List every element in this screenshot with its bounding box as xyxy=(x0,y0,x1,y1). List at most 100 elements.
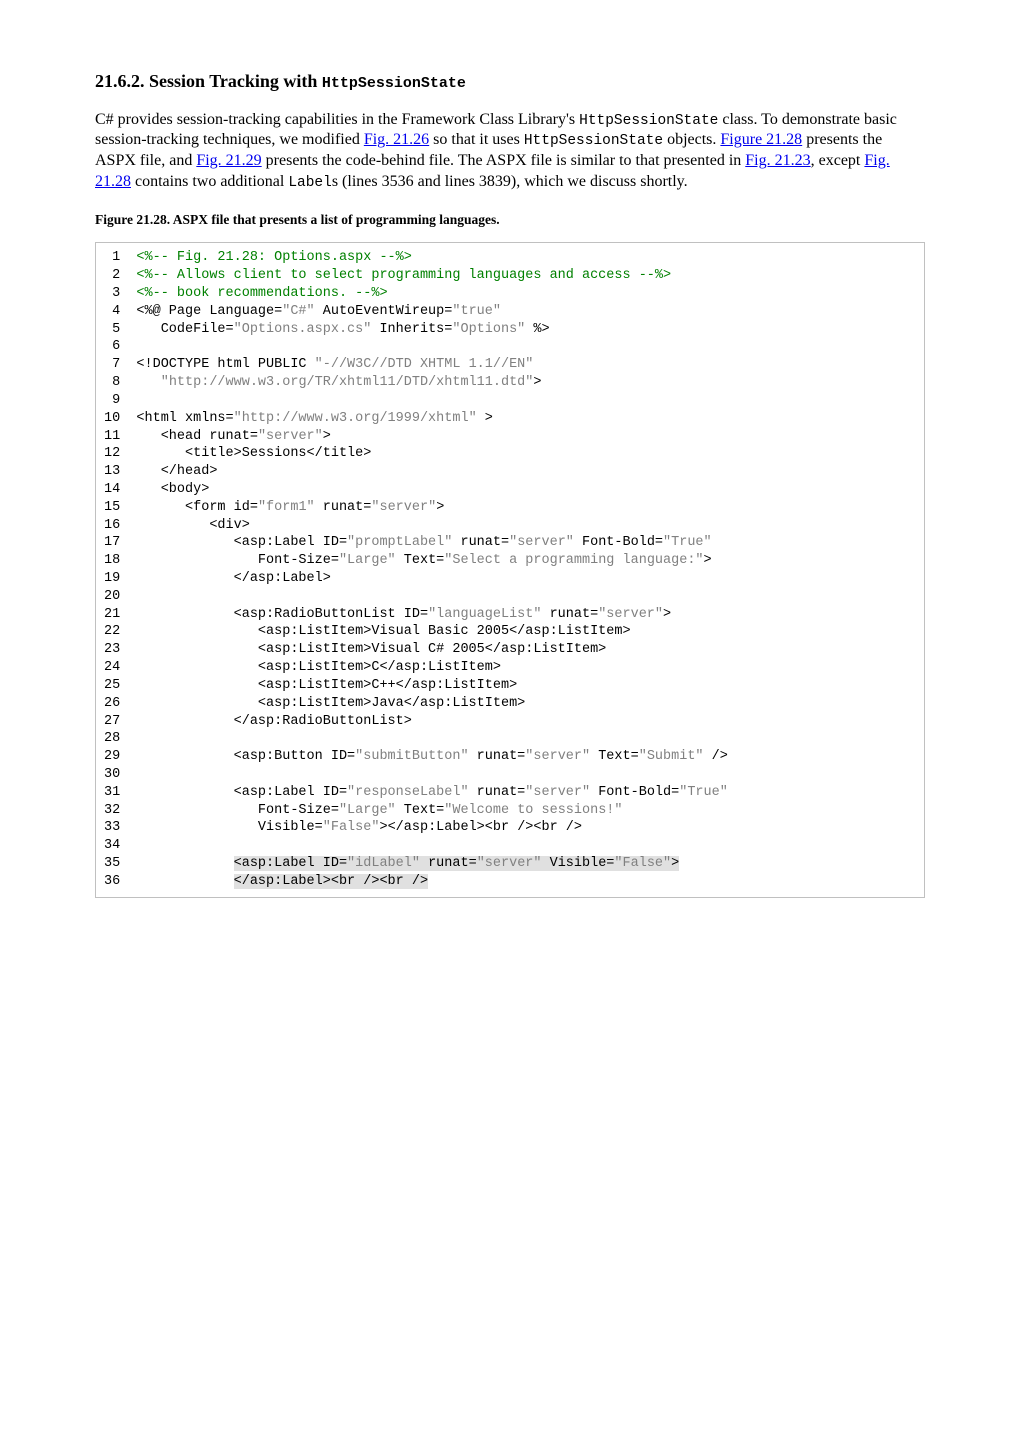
code-hl: > xyxy=(671,856,679,871)
code-line: 2 xyxy=(104,268,136,283)
code-hl: <asp:Label ID= xyxy=(234,856,347,871)
code-str: "Options" xyxy=(452,322,525,337)
code-line: Text= xyxy=(590,749,639,764)
p6: presents the code-behind file. The ASPX … xyxy=(262,152,746,169)
code-line: 16 <div> xyxy=(104,518,250,533)
code-line: > xyxy=(436,500,444,515)
code-line: 23 <asp:ListItem>Visual C# 2005</asp:Lis… xyxy=(104,642,606,657)
code-str: "False" xyxy=(323,820,380,835)
link-fig-21-29[interactable]: Fig. 21.29 xyxy=(196,152,261,169)
code-str: "http://www.w3.org/TR/xhtml11/DTD/xhtml1… xyxy=(161,375,534,390)
code-str: "Select a programming language:" xyxy=(444,553,703,568)
code-line: 27 </asp:RadioButtonList> xyxy=(104,714,412,729)
code-line: 30 xyxy=(104,767,120,782)
code-line: runat= xyxy=(452,535,509,550)
link-fig-21-26[interactable]: Fig. 21.26 xyxy=(364,131,429,148)
code-comment: <%-- Allows client to select programming… xyxy=(136,268,671,283)
code-line: 28 xyxy=(104,731,120,746)
code-line: 26 <asp:ListItem>Java</asp:ListItem> xyxy=(104,696,525,711)
code-line: 1 xyxy=(104,250,136,265)
p3: so that it uses xyxy=(429,131,524,148)
code-line: 32 Font-Size= xyxy=(104,803,339,818)
code-line: 24 <asp:ListItem>C</asp:ListItem> xyxy=(104,660,501,675)
code-str: "Large" xyxy=(339,803,396,818)
code-str: "True" xyxy=(663,535,712,550)
code-line: 36 xyxy=(104,874,234,889)
code-line: 17 <asp:Label ID= xyxy=(104,535,347,550)
code-line: runat= xyxy=(469,749,526,764)
code-line: 29 <asp:Button ID= xyxy=(104,749,355,764)
code-line: 34 xyxy=(104,838,120,853)
code-line: 14 <body> xyxy=(104,482,209,497)
code-line: > xyxy=(323,429,331,444)
p7: , except xyxy=(811,152,865,169)
code-str: "server" xyxy=(525,749,590,764)
code-line: 20 xyxy=(104,589,120,604)
code-str: "-//W3C//DTD XHTML 1.1//EN" xyxy=(315,357,534,372)
code-line: 15 <form id= xyxy=(104,500,258,515)
code-line: > xyxy=(663,607,671,622)
code-listing: 1 <%-- Fig. 21.28: Options.aspx --%> 2 <… xyxy=(95,242,925,897)
code-line: Text= xyxy=(396,803,445,818)
code-line: 10 <html xmlns= xyxy=(104,411,234,426)
mono3: Label xyxy=(288,175,332,191)
code-line: Font-Bold= xyxy=(590,785,679,800)
code-str: "promptLabel" xyxy=(347,535,452,550)
code-line: ></asp:Label><br /><br /> xyxy=(379,820,582,835)
code-line: > xyxy=(533,375,541,390)
code-line: 18 Font-Size= xyxy=(104,553,339,568)
code-str: "server" xyxy=(258,429,323,444)
section-heading: 21.6.2. Session Tracking with HttpSessio… xyxy=(95,70,925,94)
code-line: 4 <%@ Page Language= xyxy=(104,304,282,319)
p4: objects. xyxy=(663,131,720,148)
code-line: 21 <asp:RadioButtonList ID= xyxy=(104,607,428,622)
code-str: "responseLabel" xyxy=(347,785,469,800)
code-str: "server" xyxy=(598,607,663,622)
code-hl: "idLabel" xyxy=(347,856,420,871)
heading-number: 21.6.2. Session Tracking with xyxy=(95,71,322,91)
code-hl: "server" xyxy=(477,856,542,871)
code-line: 13 </head> xyxy=(104,464,217,479)
code-line: 35 xyxy=(104,856,234,871)
code-str: "True" xyxy=(679,785,728,800)
code-line: 7 <!DOCTYPE html PUBLIC xyxy=(104,357,315,372)
code-hl: Visible= xyxy=(542,856,615,871)
code-line: 31 <asp:Label ID= xyxy=(104,785,347,800)
code-str: "true" xyxy=(452,304,501,319)
code-line: 33 Visible= xyxy=(104,820,323,835)
code-line: 11 <head runat= xyxy=(104,429,258,444)
code-hl: </asp:Label><br /><br /> xyxy=(234,874,428,889)
code-line: 25 <asp:ListItem>C++</asp:ListItem> xyxy=(104,678,517,693)
code-line: Text= xyxy=(396,553,445,568)
code-str: "http://www.w3.org/1999/xhtml" xyxy=(234,411,477,426)
code-hl: runat= xyxy=(420,856,477,871)
figure-caption: Figure 21.28. ASPX file that presents a … xyxy=(95,211,925,229)
code-line: 6 xyxy=(104,339,120,354)
p8: contains two additional xyxy=(131,173,288,190)
intro-paragraph: C# provides session-tracking capabilitie… xyxy=(95,110,925,193)
mono2: HttpSessionState xyxy=(524,133,663,149)
link-fig-21-23[interactable]: Fig. 21.23 xyxy=(745,152,810,169)
code-line: 19 </asp:Label> xyxy=(104,571,331,586)
p1: C# provides session-tracking capabilitie… xyxy=(95,111,579,128)
code-str: "form1" xyxy=(258,500,315,515)
code-line: 9 xyxy=(104,393,120,408)
code-line: 8 xyxy=(104,375,161,390)
code-line: > xyxy=(477,411,493,426)
code-line: 3 xyxy=(104,286,136,301)
code-line: 22 <asp:ListItem>Visual Basic 2005</asp:… xyxy=(104,624,631,639)
code-hl: "False" xyxy=(614,856,671,871)
link-figure-21-28[interactable]: Figure 21.28 xyxy=(720,131,802,148)
code-str: "Large" xyxy=(339,553,396,568)
code-str: "languageList" xyxy=(428,607,541,622)
code-str: "server" xyxy=(371,500,436,515)
code-str: "Welcome to sessions!" xyxy=(444,803,622,818)
code-line: %> xyxy=(525,322,549,337)
code-str: "server" xyxy=(509,535,574,550)
code-comment: <%-- book recommendations. --%> xyxy=(136,286,387,301)
code-line: /> xyxy=(704,749,728,764)
code-line: 12 <title>Sessions</title> xyxy=(104,446,371,461)
mono1: HttpSessionState xyxy=(579,113,718,129)
code-line: runat= xyxy=(469,785,526,800)
code-line: > xyxy=(704,553,712,568)
